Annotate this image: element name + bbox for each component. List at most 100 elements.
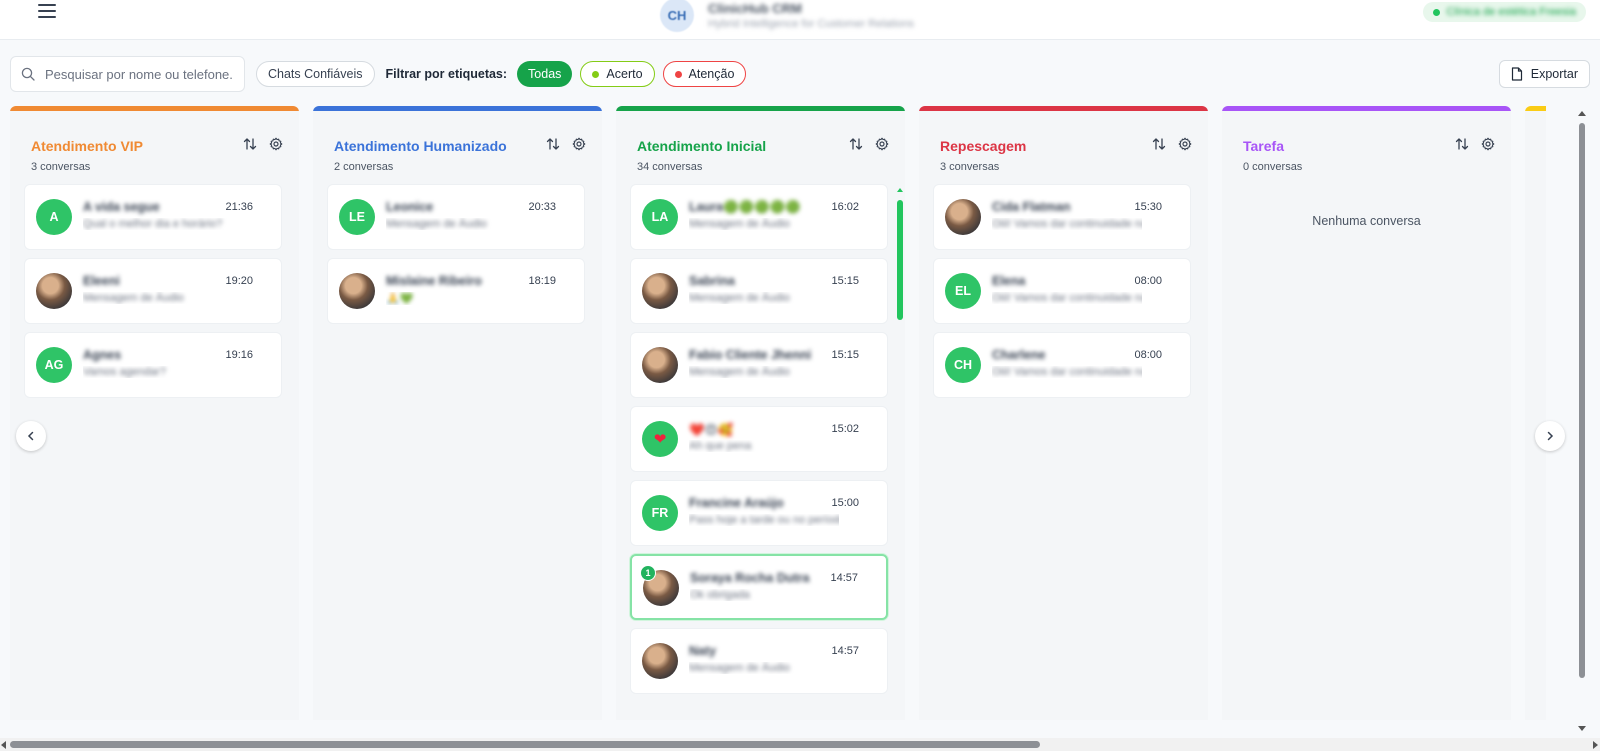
filter-label: Filtrar por etiquetas:: [385, 67, 508, 81]
last-message: Mensagem de Áudio: [689, 366, 790, 378]
brand: CH ClinicHub CRM Hybrid Intelligence for…: [660, 0, 914, 38]
conversation-card[interactable]: EL Elena Oiii! Vamos dar continuidade na .…: [933, 258, 1191, 324]
avatar: A: [36, 199, 72, 235]
contact-name: A vida segue: [83, 200, 160, 214]
sort-icon[interactable]: [546, 137, 560, 151]
avatar: [36, 273, 72, 309]
kanban-column: Tarefa 0 conversas Nenhuma conversa: [1222, 106, 1511, 720]
column-color-bar: [1525, 106, 1546, 111]
export-button[interactable]: Exportar: [1498, 60, 1590, 88]
tag-filter-acerto[interactable]: Acerto: [580, 61, 655, 87]
online-status-icon: [1433, 8, 1441, 16]
conversation-card[interactable]: Fabio Cliente Jhenni Mensagem de Áudio 15:…: [630, 332, 888, 398]
trusted-chats-button[interactable]: Chats Confiáveis: [256, 61, 375, 87]
app-title: ClinicHub CRM: [708, 0, 802, 16]
scroll-right-button[interactable]: [1535, 421, 1565, 451]
last-message: Mensagem de Áudio: [689, 292, 790, 304]
last-message: Qual o melhor dia e horário?: [83, 218, 223, 230]
sort-icon[interactable]: [849, 137, 863, 151]
last-message: Mensagem de Áudio: [83, 292, 184, 304]
kanban-column: Atendimento Humanizado 2 conversas LE Leoni…: [313, 106, 602, 720]
conversation-card[interactable]: Cida Flatman Oiii! Vamos dar continuidade…: [933, 184, 1191, 250]
conversation-list: Cida Flatman Oiii! Vamos dar continuidade…: [933, 184, 1193, 406]
last-message: Ah que pena: [689, 440, 752, 452]
conversation-list: LA Laura🟢🟢🟢🟢🟢 Mensagem de Áudio 16:02 Sabrin…: [630, 184, 890, 702]
scrollbar-thumb[interactable]: [10, 741, 1040, 748]
file-icon: [1511, 67, 1522, 81]
contact-name: Cida Flatman: [992, 200, 1071, 214]
gear-icon[interactable]: [572, 137, 586, 151]
conversation-card[interactable]: LE Leonice Mensagem de Áudio 20:33: [327, 184, 585, 250]
conversation-card[interactable]: Sabrina Mensagem de Áudio 15:15: [630, 258, 888, 324]
clinic-status-badge[interactable]: Clínica de estética Freesia: [1423, 2, 1586, 22]
sort-icon[interactable]: [243, 137, 257, 151]
conversation-card[interactable]: Mislaine Ribeiro 🙏💚 18:19: [327, 258, 585, 324]
conversation-count: 3 conversas: [940, 161, 1000, 173]
avatar: CH: [945, 347, 981, 383]
conversation-card[interactable]: AG Agnes Vamos agendar? 19:16: [24, 332, 282, 398]
contact-name: Naty: [689, 644, 717, 658]
search-box[interactable]: [10, 56, 245, 92]
column-scroll-up-icon[interactable]: [897, 188, 903, 192]
column-color-bar: [1222, 106, 1511, 111]
gear-icon[interactable]: [269, 137, 283, 151]
brand-logo: CH: [660, 0, 694, 32]
gear-icon[interactable]: [875, 137, 889, 151]
avatar: [642, 273, 678, 309]
scroll-right-arrow-icon[interactable]: [1593, 741, 1598, 749]
filter-toolbar: Chats Confiáveis Filtrar por etiquetas: …: [10, 56, 1590, 92]
contact-name: Mislaine Ribeiro: [386, 274, 482, 288]
conversation-card[interactable]: CH Charlene Oiii! Vamos dar continuidade n…: [933, 332, 1191, 398]
contact-name: Agnes: [83, 348, 122, 362]
sort-icon[interactable]: [1152, 137, 1166, 151]
conversation-card[interactable]: ❤ ❤️😍🥰 Ah que pena 15:02: [630, 406, 888, 472]
horizontal-scrollbar[interactable]: [0, 738, 1600, 751]
conversation-card[interactable]: A A vida segue Qual o melhor dia e horário…: [24, 184, 282, 250]
kanban-column: Repescagem 3 conversas Cida Flatman Oiii! V…: [919, 106, 1208, 720]
message-time: 18:19: [528, 275, 556, 287]
vertical-scrollbar[interactable]: [1576, 109, 1586, 731]
avatar: [945, 199, 981, 235]
scroll-down-arrow-icon[interactable]: [1578, 726, 1586, 731]
column-header: Repescagem: [940, 136, 1192, 156]
scroll-left-button[interactable]: [16, 421, 46, 451]
search-icon: [21, 67, 35, 81]
tag-color-dot: [592, 70, 600, 78]
tag-filter-all[interactable]: Todas: [517, 61, 573, 87]
scroll-left-arrow-icon[interactable]: [1, 741, 6, 749]
gear-icon[interactable]: [1178, 137, 1192, 151]
search-input[interactable]: [45, 66, 234, 82]
last-message: Oiii! Vamos dar continuidade na ...: [992, 366, 1142, 378]
contact-name: Francine Araújo: [689, 496, 784, 510]
message-time: 08:00: [1134, 349, 1162, 361]
conversation-card[interactable]: LA Laura🟢🟢🟢🟢🟢 Mensagem de Áudio 16:02: [630, 184, 888, 250]
avatar: FR: [642, 495, 678, 531]
avatar: [339, 273, 375, 309]
chevron-left-icon: [27, 431, 34, 441]
last-message: Oiii! Vamos dar continuidade na ...: [992, 218, 1142, 230]
message-time: 19:20: [225, 275, 253, 287]
message-time: 15:15: [831, 275, 859, 287]
conversation-card[interactable]: Eleeni Mensagem de Áudio 19:20: [24, 258, 282, 324]
message-time: 08:00: [1134, 275, 1162, 287]
message-time: 15:00: [831, 497, 859, 509]
tag-label: Acerto: [606, 67, 643, 81]
tag-filter-atencao[interactable]: Atenção: [662, 61, 747, 87]
scroll-up-arrow-icon[interactable]: [1578, 111, 1586, 116]
contact-name: Sabrina: [689, 274, 735, 288]
conversation-card[interactable]: FR Francine Araújo Pass hoje a tarde ou no…: [630, 480, 888, 546]
conversation-card[interactable]: 1 Soraya Rocha Dutra Ok obrigada 14:57: [630, 554, 888, 620]
last-message: Oiii! Vamos dar continuidade na ...: [992, 292, 1142, 304]
conversation-list: A A vida segue Qual o melhor dia e horário…: [24, 184, 284, 406]
kanban-board: Atendimento VIP 3 conversas A A vida segue Q…: [10, 106, 1546, 720]
last-message: Pass hoje a tarde ou no período...: [689, 514, 839, 526]
avatar: AG: [36, 347, 72, 383]
scrollbar-thumb[interactable]: [1579, 123, 1585, 678]
avatar: LE: [339, 199, 375, 235]
column-scrollbar-thumb[interactable]: [897, 200, 903, 320]
conversation-card[interactable]: Naty Mensagem de Áudio 14:57: [630, 628, 888, 694]
contact-name: Fabio Cliente Jhenni: [689, 348, 812, 362]
hamburger-menu-icon[interactable]: [38, 0, 62, 22]
sort-icon[interactable]: [1455, 137, 1469, 151]
gear-icon[interactable]: [1481, 137, 1495, 151]
